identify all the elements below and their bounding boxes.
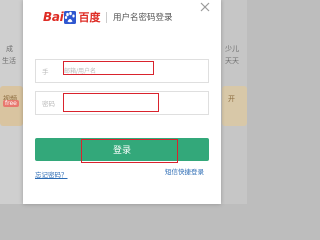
close-icon[interactable]	[199, 1, 211, 13]
background-text: 天天	[225, 57, 239, 65]
forgot-password-link[interactable]: 忘记密码？	[35, 169, 68, 179]
background-text: 成	[6, 45, 13, 53]
password-field[interactable]: 密码	[35, 91, 209, 115]
username-input[interactable]	[64, 64, 204, 78]
username-field[interactable]: 手	[35, 59, 209, 83]
username-label: 手	[42, 68, 49, 76]
background-badge: free	[3, 100, 19, 107]
paw-icon	[64, 10, 77, 24]
baidu-logo: Bai 百度	[43, 8, 100, 26]
login-button[interactable]: 登录	[35, 138, 209, 161]
login-dialog: Bai 百度 用户名密码登录 手 密码 登录 忘记密码？ 短信快捷登录	[23, 0, 221, 204]
header-divider	[106, 12, 107, 23]
password-label: 密码	[42, 100, 55, 108]
logo-text-baidu: 百度	[78, 11, 101, 24]
dialog-header: Bai 百度 用户名密码登录	[23, 0, 221, 32]
background-text: 少儿	[225, 45, 239, 53]
logo-text-bai: Bai	[43, 10, 64, 24]
background-card-text: 开	[228, 95, 235, 103]
password-input[interactable]	[64, 96, 204, 110]
sms-login-link[interactable]: 短信快捷登录	[165, 166, 204, 176]
dialog-title: 用户名密码登录	[113, 13, 173, 23]
background-text: 生活	[2, 57, 16, 65]
background-card: 开	[222, 86, 247, 126]
